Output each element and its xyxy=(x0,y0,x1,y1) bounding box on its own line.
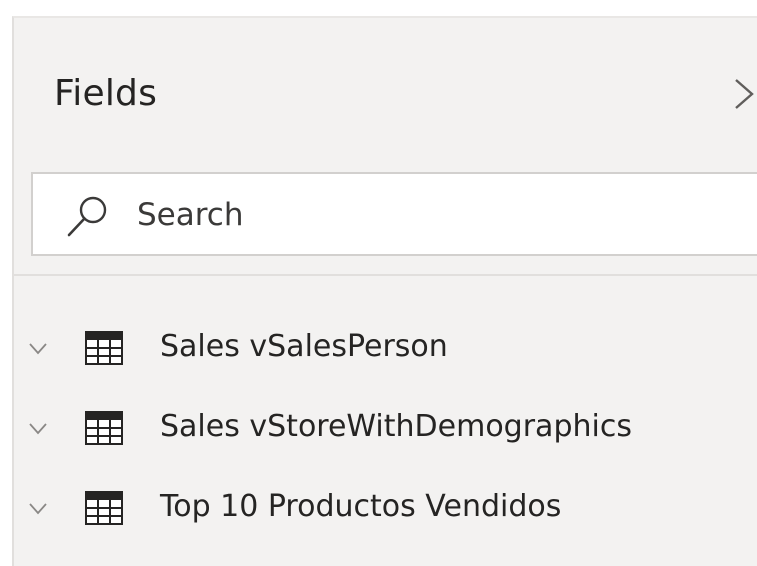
field-list: Sales vSalesPerson Sales vStoreWithDemog… xyxy=(14,316,757,556)
chevron-down-icon[interactable] xyxy=(28,419,48,439)
chevron-right-icon[interactable] xyxy=(730,74,757,114)
field-table-item[interactable]: Sales vStoreWithDemographics xyxy=(14,396,757,476)
table-icon xyxy=(85,331,123,365)
left-strip xyxy=(0,0,12,566)
chevron-down-icon[interactable] xyxy=(28,499,48,519)
chevron-down-icon[interactable] xyxy=(28,339,48,359)
fields-pane: Fields Search Sales vSalesPerson Sales v… xyxy=(12,16,757,566)
top-strip xyxy=(0,0,757,16)
table-icon xyxy=(85,491,123,525)
search-box[interactable] xyxy=(31,172,757,256)
search-input[interactable] xyxy=(137,190,737,240)
page: Fields Search Sales vSalesPerson Sales v… xyxy=(0,0,757,566)
field-table-label: Sales vStoreWithDemographics xyxy=(160,409,632,444)
search-icon xyxy=(67,196,107,237)
table-icon xyxy=(85,411,123,445)
pane-title: Fields xyxy=(54,73,158,114)
field-table-item[interactable]: Sales vSalesPerson xyxy=(14,316,757,396)
field-table-label: Top 10 Productos Vendidos xyxy=(160,489,562,524)
field-table-label: Sales vSalesPerson xyxy=(160,329,448,364)
field-table-item[interactable]: Top 10 Productos Vendidos xyxy=(14,476,757,556)
divider xyxy=(14,274,757,276)
